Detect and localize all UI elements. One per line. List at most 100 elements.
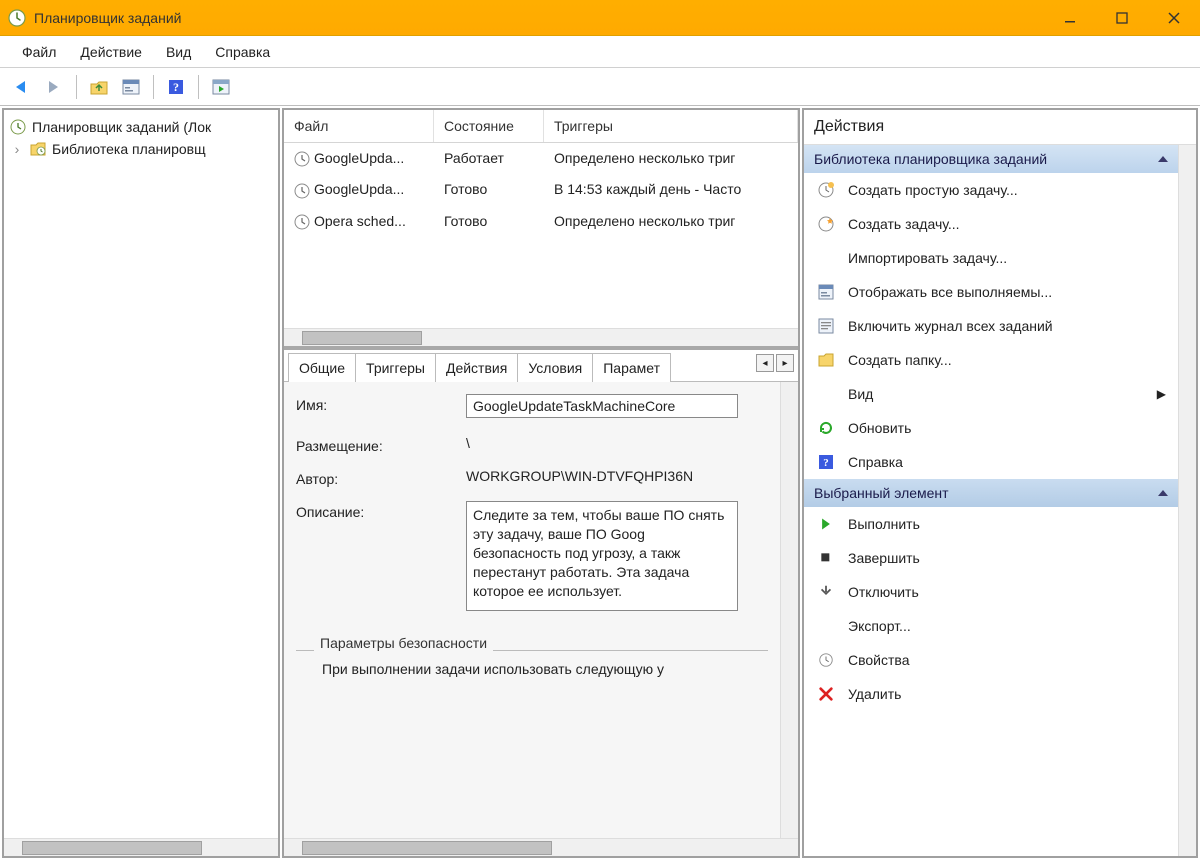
tree: Планировщик заданий (Лок › Библиотека пл…: [4, 110, 278, 838]
tabs-row: Общие Триггеры Действия Условия Парамет …: [284, 350, 798, 382]
action-new-folder[interactable]: Создать папку...: [804, 343, 1178, 377]
svg-text:?: ?: [173, 80, 179, 94]
tree-library-label: Библиотека планировщ: [52, 141, 206, 157]
clock-icon: [294, 151, 310, 167]
list-icon: [816, 282, 836, 302]
security-group-label: Параметры безопасности: [314, 635, 493, 651]
action-help[interactable]: ?Справка: [804, 445, 1178, 479]
action-enable-history[interactable]: Включить журнал всех заданий: [804, 309, 1178, 343]
maximize-button[interactable]: [1096, 3, 1148, 33]
action-create-basic-task[interactable]: Создать простую задачу...: [804, 173, 1178, 207]
table-row[interactable]: GoogleUpda... Готово В 14:53 каждый день…: [284, 174, 798, 205]
table-row[interactable]: Opera sched... Готово Определено несколь…: [284, 206, 798, 237]
tab-triggers[interactable]: Триггеры: [355, 353, 436, 382]
cell-state: Работает: [434, 147, 544, 170]
folder-up-button[interactable]: [85, 73, 113, 101]
table-row[interactable]: GoogleUpda... Работает Определено нескол…: [284, 143, 798, 174]
properties-icon: [816, 650, 836, 670]
forward-button[interactable]: [40, 73, 68, 101]
toolbar: ?: [0, 68, 1200, 106]
refresh-icon: [816, 418, 836, 438]
action-run[interactable]: Выполнить: [804, 507, 1178, 541]
delete-icon: [816, 684, 836, 704]
location-label: Размещение:: [296, 435, 466, 454]
tab-scroll-right[interactable]: ▸: [776, 354, 794, 372]
location-value: \: [466, 435, 768, 451]
disable-icon: [816, 582, 836, 602]
menu-help[interactable]: Справка: [205, 40, 280, 64]
actions-group-library[interactable]: Библиотека планировщика заданий: [804, 145, 1178, 173]
cell-file: GoogleUpda...: [314, 150, 404, 166]
action-delete[interactable]: Удалить: [804, 677, 1178, 711]
author-value: WORKGROUP\WIN-DTVFQHPI36N: [466, 468, 768, 484]
stop-icon: [816, 548, 836, 568]
task-list-region: Файл Состояние Триггеры GoogleUpda... Ра…: [284, 110, 798, 350]
tab-actions[interactable]: Действия: [435, 353, 518, 382]
menu-view[interactable]: Вид: [156, 40, 201, 64]
col-triggers[interactable]: Триггеры: [544, 110, 798, 142]
action-refresh[interactable]: Обновить: [804, 411, 1178, 445]
action-properties[interactable]: Свойства: [804, 643, 1178, 677]
actions-pane: Действия Библиотека планировщика заданий…: [802, 108, 1198, 858]
form-body: Имя: GoogleUpdateTaskMachineCore Размеще…: [284, 382, 780, 838]
action-export[interactable]: Экспорт...: [804, 609, 1178, 643]
properties-button[interactable]: [117, 73, 145, 101]
security-run-as-label: При выполнении задачи использовать следу…: [296, 651, 768, 677]
cell-triggers: Определено несколько триг: [544, 210, 798, 233]
tab-scroll-left[interactable]: ◂: [756, 354, 774, 372]
cell-triggers: Определено несколько триг: [544, 147, 798, 170]
action-import-task[interactable]: Импортировать задачу...: [804, 241, 1178, 275]
name-field[interactable]: GoogleUpdateTaskMachineCore: [466, 394, 738, 418]
play-icon: [816, 514, 836, 534]
description-field[interactable]: Следите за тем, чтобы ваше ПО снять эту …: [466, 501, 738, 611]
clock-star-icon: [816, 214, 836, 234]
app-icon: [8, 9, 26, 27]
center-pane: Файл Состояние Триггеры GoogleUpda... Ра…: [282, 108, 800, 858]
actions-vscrollbar[interactable]: [1178, 145, 1196, 856]
help-button[interactable]: ?: [162, 73, 190, 101]
menu-file[interactable]: Файл: [12, 40, 66, 64]
blank-icon: [816, 616, 836, 636]
clock-icon: [294, 214, 310, 230]
details-hscrollbar[interactable]: [284, 838, 798, 856]
menu-action[interactable]: Действие: [70, 40, 152, 64]
details-vscrollbar[interactable]: [780, 382, 798, 838]
col-file[interactable]: Файл: [284, 110, 434, 142]
menubar: Файл Действие Вид Справка: [0, 36, 1200, 68]
task-details-region: Общие Триггеры Действия Условия Парамет …: [284, 350, 798, 856]
action-show-running[interactable]: Отображать все выполняемы...: [804, 275, 1178, 309]
action-disable[interactable]: Отключить: [804, 575, 1178, 609]
cell-file: Opera sched...: [314, 213, 406, 229]
help-icon: ?: [816, 452, 836, 472]
cell-state: Готово: [434, 178, 544, 201]
actions-group-selected[interactable]: Выбранный элемент: [804, 479, 1178, 507]
cell-file: GoogleUpda...: [314, 181, 404, 197]
tree-pane: Планировщик заданий (Лок › Библиотека пл…: [2, 108, 280, 858]
tab-general[interactable]: Общие: [288, 353, 356, 382]
run-button[interactable]: [207, 73, 235, 101]
titlebar: Планировщик заданий: [0, 0, 1200, 36]
tree-library[interactable]: › Библиотека планировщ: [8, 138, 274, 160]
action-create-task[interactable]: Создать задачу...: [804, 207, 1178, 241]
folder-clock-icon: [30, 141, 46, 157]
caret-up-icon: [1158, 156, 1168, 162]
tree-hscrollbar[interactable]: [4, 838, 278, 856]
folder-icon: [816, 350, 836, 370]
action-view-submenu[interactable]: Вид▶: [804, 377, 1178, 411]
col-state[interactable]: Состояние: [434, 110, 544, 142]
name-label: Имя:: [296, 394, 466, 413]
close-button[interactable]: [1148, 3, 1200, 33]
minimize-button[interactable]: [1044, 3, 1096, 33]
author-label: Автор:: [296, 468, 466, 487]
tab-conditions[interactable]: Условия: [517, 353, 593, 382]
tab-settings[interactable]: Парамет: [592, 353, 671, 382]
clock-new-icon: [816, 180, 836, 200]
cell-triggers: В 14:53 каждый день - Часто: [544, 178, 798, 201]
expand-icon[interactable]: ›: [10, 141, 24, 157]
tree-root[interactable]: Планировщик заданий (Лок: [8, 116, 274, 138]
back-button[interactable]: [8, 73, 36, 101]
window-title: Планировщик заданий: [34, 10, 181, 26]
tasklist-hscrollbar[interactable]: [284, 328, 798, 346]
action-end[interactable]: Завершить: [804, 541, 1178, 575]
clock-icon: [294, 183, 310, 199]
